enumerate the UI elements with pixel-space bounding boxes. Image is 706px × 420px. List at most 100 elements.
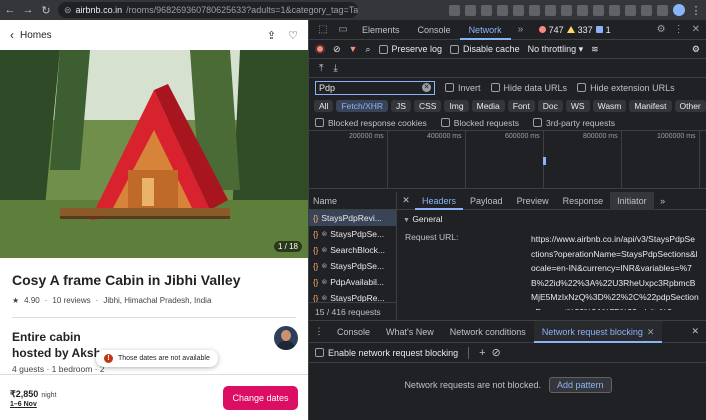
issue-counts[interactable]: 747 337 1 bbox=[538, 25, 611, 35]
reload-icon[interactable]: ↻ bbox=[40, 4, 52, 17]
type-all[interactable]: All bbox=[314, 100, 334, 112]
throttle-select[interactable]: No throttling ▾ bbox=[528, 44, 584, 55]
enable-blocking-checkbox[interactable]: Enable network request blocking bbox=[315, 348, 458, 358]
close-icon[interactable]: ✕ bbox=[647, 327, 655, 337]
request-row[interactable]: {} ⊗ SearchBlock... bbox=[309, 242, 396, 258]
extension-icon[interactable] bbox=[625, 4, 636, 16]
forward-icon[interactable]: → bbox=[22, 4, 34, 16]
more-tabs-icon[interactable]: » bbox=[654, 196, 672, 206]
blocked-cookies-checkbox[interactable]: Blocked response cookies bbox=[315, 118, 427, 128]
request-row[interactable]: {} ⊗ PdpAvailabil... bbox=[309, 274, 396, 290]
blocking-toolbar: Enable network request blocking + ⊘ bbox=[309, 343, 706, 363]
search-icon[interactable]: ⌕ bbox=[365, 44, 370, 55]
profile-avatar[interactable] bbox=[673, 4, 685, 16]
network-timeline[interactable]: 200000 ms 400000 ms 600000 ms 800000 ms … bbox=[309, 131, 706, 189]
tab-initiator[interactable]: Initiator bbox=[610, 191, 654, 210]
type-js[interactable]: JS bbox=[391, 100, 411, 112]
address-bar[interactable]: ⊜ airbnb.co.in/rooms/968269360780625633?… bbox=[58, 2, 358, 18]
device-toolbar-icon[interactable]: ▭ bbox=[333, 24, 353, 35]
extension-icon[interactable] bbox=[481, 4, 492, 16]
extension-icon[interactable] bbox=[529, 4, 540, 16]
inspect-icon[interactable]: ⬚ bbox=[313, 24, 333, 35]
wifi-icon[interactable]: ≋ bbox=[591, 44, 599, 55]
clear-icon[interactable]: ⊘ bbox=[333, 44, 341, 55]
record-button[interactable] bbox=[315, 44, 325, 54]
disable-cache-checkbox[interactable]: Disable cache bbox=[450, 44, 520, 54]
type-css[interactable]: CSS bbox=[413, 100, 442, 112]
back-icon[interactable]: ← bbox=[4, 4, 16, 16]
share-icon[interactable]: ⇪ bbox=[267, 29, 276, 42]
name-column-header[interactable]: Name bbox=[309, 192, 396, 210]
close-icon[interactable]: ✕ bbox=[691, 326, 706, 337]
extension-icon[interactable] bbox=[545, 4, 556, 16]
drawer-tab-network-conditions[interactable]: Network conditions bbox=[442, 321, 534, 343]
extension-icon[interactable] bbox=[577, 4, 588, 16]
tab-elements[interactable]: Elements bbox=[353, 20, 409, 40]
tab-preview[interactable]: Preview bbox=[510, 192, 556, 210]
reviews-link[interactable]: 10 reviews bbox=[52, 296, 90, 305]
extension-icon[interactable] bbox=[593, 4, 604, 16]
location[interactable]: Jibhi, Himachal Pradesh, India bbox=[103, 296, 211, 305]
type-img[interactable]: Img bbox=[444, 100, 469, 112]
download-icon[interactable]: ⤓ bbox=[333, 63, 337, 74]
type-ws[interactable]: WS bbox=[565, 100, 590, 112]
request-row[interactable]: {} StaysPdpRevi... bbox=[309, 210, 396, 226]
general-section[interactable]: ▼ General bbox=[397, 210, 706, 224]
blocked-requests-checkbox[interactable]: Blocked requests bbox=[440, 118, 519, 128]
upload-icon[interactable]: ⤒ bbox=[319, 63, 323, 74]
tab-console[interactable]: Console bbox=[409, 20, 460, 40]
site-info-icon[interactable]: ⊜ bbox=[64, 5, 72, 16]
drawer-tab-request-blocking[interactable]: Network request blocking ✕ bbox=[533, 320, 663, 343]
close-icon[interactable]: ✕ bbox=[397, 195, 415, 206]
more-icon[interactable]: ⋮ bbox=[309, 326, 329, 337]
extension-icon[interactable] bbox=[657, 4, 668, 16]
hide-extension-urls-checkbox[interactable]: Hide extension URLs bbox=[577, 83, 675, 93]
type-fetch-xhr[interactable]: Fetch/XHR bbox=[336, 100, 389, 112]
request-row[interactable]: {} ⊗ StaysPdpSe... bbox=[309, 226, 396, 242]
request-row[interactable]: {} ⊗ StaysPdpSe... bbox=[309, 258, 396, 274]
extension-icon[interactable] bbox=[497, 4, 508, 16]
extension-icon[interactable] bbox=[641, 4, 652, 16]
extension-icon[interactable] bbox=[609, 4, 620, 16]
tab-headers[interactable]: Headers bbox=[415, 192, 464, 210]
filter-input[interactable]: Pdp ✕ bbox=[315, 80, 435, 95]
add-icon[interactable]: + bbox=[479, 347, 485, 359]
extension-icon[interactable] bbox=[513, 4, 524, 16]
gear-icon[interactable]: ⚙ bbox=[657, 24, 666, 35]
tab-network[interactable]: Network bbox=[459, 20, 511, 40]
type-wasm[interactable]: Wasm bbox=[592, 100, 627, 112]
dates-link[interactable]: 1–6 Nov bbox=[10, 401, 57, 408]
third-party-checkbox[interactable]: 3rd-party requests bbox=[532, 118, 615, 128]
heart-icon[interactable]: ♡ bbox=[288, 29, 298, 42]
more-icon[interactable]: ⋮ bbox=[674, 24, 684, 35]
type-font[interactable]: Font bbox=[507, 100, 535, 112]
tab-response[interactable]: Response bbox=[556, 192, 611, 210]
close-icon[interactable]: ✕ bbox=[692, 24, 700, 35]
filter-icon[interactable]: ▼ bbox=[349, 44, 358, 54]
clear-filter-icon[interactable]: ✕ bbox=[422, 83, 431, 92]
back-link[interactable]: Homes bbox=[20, 30, 52, 41]
extension-icon[interactable] bbox=[561, 4, 572, 16]
drawer-tab-console[interactable]: Console bbox=[329, 321, 378, 343]
extension-icon[interactable] bbox=[465, 4, 476, 16]
more-tabs-icon[interactable]: » bbox=[511, 24, 531, 35]
tab-payload[interactable]: Payload bbox=[463, 192, 510, 210]
change-dates-button[interactable]: Change dates bbox=[223, 385, 298, 410]
type-manifest[interactable]: Manifest bbox=[629, 100, 672, 112]
extension-icon[interactable] bbox=[449, 4, 460, 16]
type-doc[interactable]: Doc bbox=[537, 100, 563, 112]
listing-photo[interactable]: 1 / 18 bbox=[0, 50, 308, 258]
clear-icon[interactable]: ⊘ bbox=[492, 346, 501, 359]
host-avatar[interactable] bbox=[274, 326, 298, 350]
type-media[interactable]: Media bbox=[471, 100, 505, 112]
add-pattern-button[interactable]: Add pattern bbox=[549, 377, 612, 393]
chevron-left-icon[interactable]: ‹ bbox=[10, 28, 14, 42]
timeline-tick: 600000 ms bbox=[505, 133, 540, 140]
invert-checkbox[interactable]: Invert bbox=[445, 83, 481, 93]
preserve-log-checkbox[interactable]: Preserve log bbox=[378, 44, 442, 54]
hide-data-urls-checkbox[interactable]: Hide data URLs bbox=[490, 83, 567, 93]
drawer-tab-whats-new[interactable]: What's New bbox=[378, 321, 442, 343]
type-other[interactable]: Other bbox=[674, 100, 706, 112]
gear-icon[interactable]: ⚙ bbox=[692, 44, 700, 55]
menu-icon[interactable]: ⋮ bbox=[690, 4, 702, 17]
